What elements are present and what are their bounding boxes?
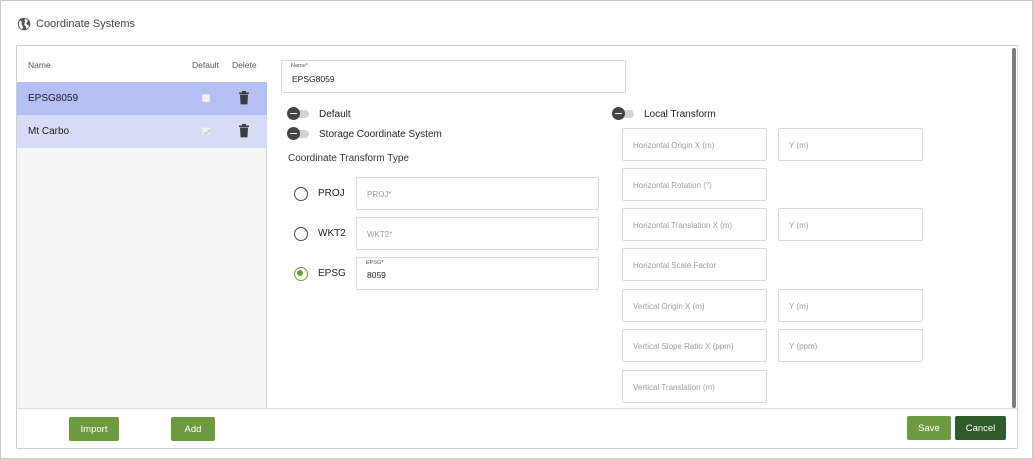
name-field-value: EPSG8059 (292, 74, 335, 84)
check-icon (203, 129, 211, 135)
coordinate-systems-panel: Name Default Delete EPSG8059 Mt Carbo Im… (16, 45, 1018, 449)
row-name: EPSG8059 (28, 93, 79, 104)
horizontal-rotation-placeholder: Horizontal Rotation (°) (633, 181, 712, 190)
storage-coordinate-system-toggle[interactable] (287, 127, 313, 140)
coordinate-systems-window: Coordinate Systems Name Default Delete E… (0, 0, 1033, 459)
epsg-radio-label: EPSG (318, 268, 346, 279)
vertical-origin-y-input[interactable]: Y (m) (778, 289, 923, 322)
trash-icon[interactable] (239, 91, 249, 105)
name-field-label: Name* (291, 63, 308, 69)
proj-placeholder: PROJ* (367, 190, 392, 199)
vertical-translation-input[interactable]: Vertical Translation (m) (622, 370, 767, 403)
vertical-translation-placeholder: Vertical Translation (m) (633, 383, 715, 392)
horizontal-origin-x-input[interactable]: Horizontal Origin X (m) (622, 128, 767, 161)
horizontal-translation-x-input[interactable]: Horizontal Translation X (m) (622, 208, 767, 241)
default-checkbox[interactable] (202, 94, 210, 102)
local-transform-label: Local Transform (644, 109, 716, 120)
horizontal-origin-x-placeholder: Horizontal Origin X (m) (633, 141, 715, 150)
list-footer: Import Add (17, 408, 267, 448)
form-footer: Save Cancel (267, 408, 1017, 448)
epsg-field-label: EPSG* (366, 260, 384, 266)
default-toggle[interactable] (287, 107, 313, 120)
transform-type-heading: Coordinate Transform Type (288, 153, 409, 164)
trash-icon[interactable] (239, 124, 249, 138)
save-button[interactable]: Save (907, 416, 951, 440)
proj-radio[interactable] (294, 187, 308, 201)
list-row-epsg8059[interactable]: EPSG8059 (17, 82, 267, 115)
horizontal-scale-factor-input[interactable]: Horizontal Scale Factor (622, 248, 767, 281)
vertical-origin-x-placeholder: Vertical Origin X (m) (633, 302, 705, 311)
column-header-default: Default (192, 60, 219, 70)
window-title: Coordinate Systems (36, 18, 136, 30)
local-transform-toggle[interactable] (612, 107, 638, 120)
coordinate-system-list: Name Default Delete EPSG8059 Mt Carbo Im… (17, 46, 267, 448)
column-header-name: Name (28, 60, 51, 70)
storage-toggle-label: Storage Coordinate System (319, 129, 442, 140)
vertical-slope-ratio-x-placeholder: Vertical Slope Ratio X (ppm) (633, 342, 734, 351)
import-button[interactable]: Import (69, 417, 119, 441)
epsg-input[interactable]: EPSG* 8059 (356, 257, 599, 290)
vertical-slope-ratio-y-placeholder: Y (ppm) (789, 342, 818, 351)
horizontal-origin-y-input[interactable]: Y (m) (778, 128, 923, 161)
vertical-origin-x-input[interactable]: Vertical Origin X (m) (622, 289, 767, 322)
vertical-origin-y-placeholder: Y (m) (789, 302, 809, 311)
wkt2-radio[interactable] (294, 227, 308, 241)
default-toggle-label: Default (319, 109, 351, 120)
add-button[interactable]: Add (171, 417, 215, 441)
name-field[interactable]: Name* EPSG8059 (281, 60, 626, 93)
horizontal-scale-factor-placeholder: Horizontal Scale Factor (633, 261, 717, 270)
epsg-field-value: 8059 (367, 270, 386, 280)
form-scrollbar[interactable] (1012, 48, 1016, 408)
globe-icon (17, 17, 31, 31)
list-row-mt-carbo[interactable]: Mt Carbo (17, 115, 267, 148)
horizontal-origin-y-placeholder: Y (m) (789, 141, 809, 150)
proj-radio-label: PROJ (318, 188, 345, 199)
vertical-slope-ratio-y-input[interactable]: Y (ppm) (778, 329, 923, 362)
wkt2-input[interactable]: WKT2* (356, 217, 599, 250)
proj-input[interactable]: PROJ* (356, 177, 599, 210)
column-header-delete: Delete (232, 60, 257, 70)
cancel-button[interactable]: Cancel (955, 416, 1006, 440)
coordinate-system-form: Name* EPSG8059 Default Storage Coordinat… (267, 46, 1017, 448)
vertical-slope-ratio-x-input[interactable]: Vertical Slope Ratio X (ppm) (622, 329, 767, 362)
epsg-radio[interactable] (294, 267, 308, 281)
horizontal-rotation-input[interactable]: Horizontal Rotation (°) (622, 168, 767, 201)
list-header: Name Default Delete (17, 46, 267, 82)
default-checkbox-checked[interactable] (202, 127, 211, 135)
horizontal-translation-x-placeholder: Horizontal Translation X (m) (633, 221, 733, 230)
horizontal-translation-y-input[interactable]: Y (m) (778, 208, 923, 241)
wkt2-placeholder: WKT2* (367, 230, 393, 239)
row-name: Mt Carbo (28, 126, 70, 137)
horizontal-translation-y-placeholder: Y (m) (789, 221, 809, 230)
window-title-bar: Coordinate Systems (17, 15, 135, 33)
wkt2-radio-label: WKT2 (318, 228, 346, 239)
